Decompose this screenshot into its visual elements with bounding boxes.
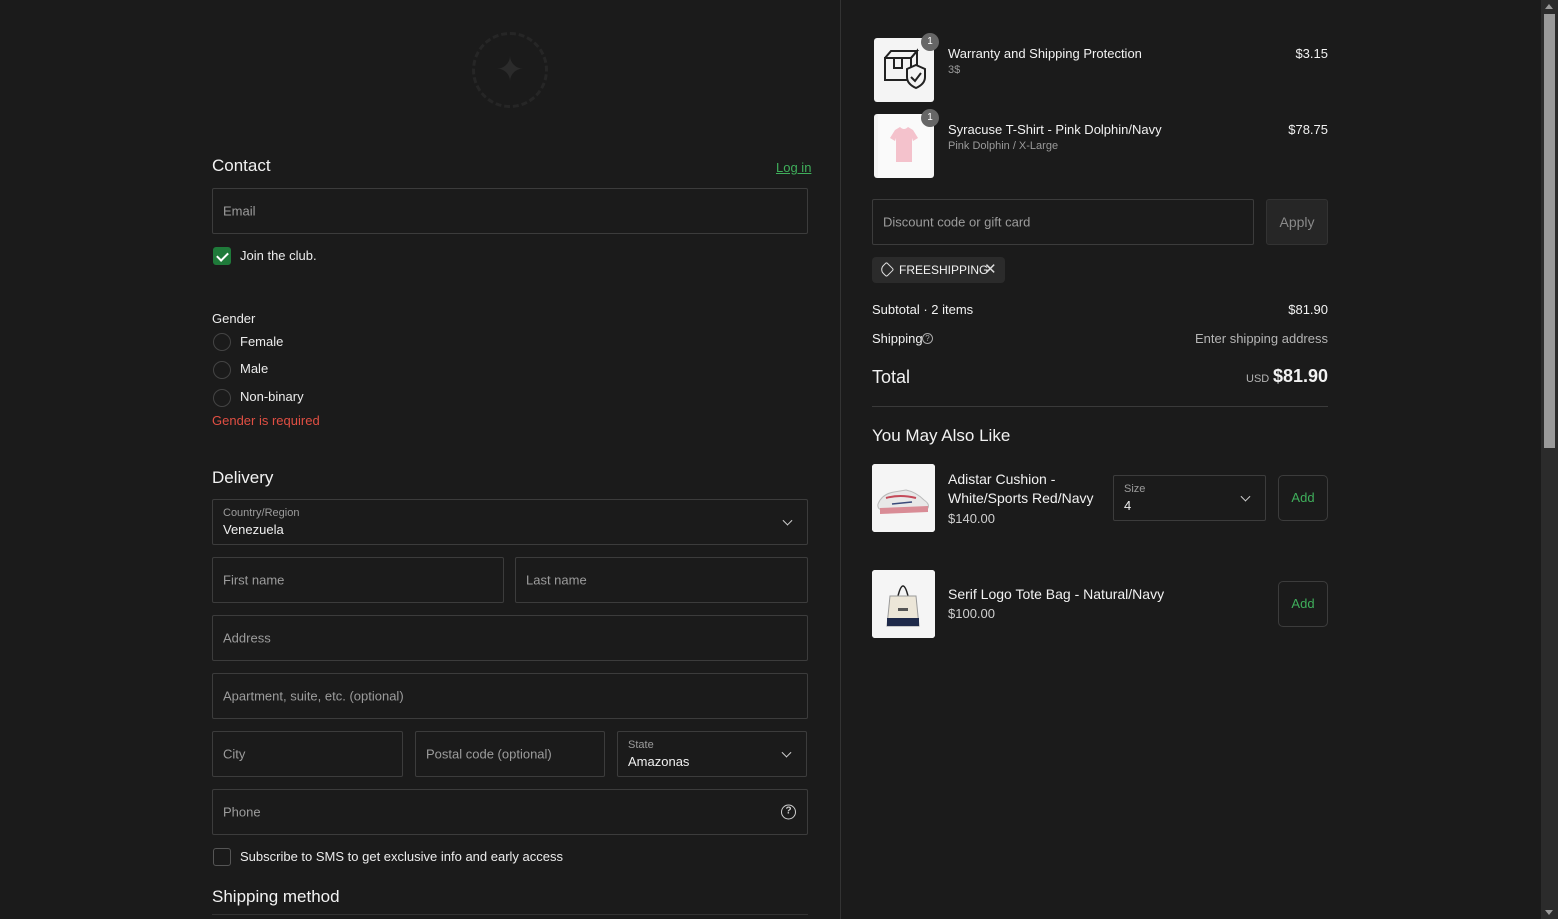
first-name-placeholder: First name <box>223 572 285 588</box>
total-value: $81.90 <box>1272 366 1328 386</box>
recommendation-price: $140.00 <box>948 511 995 526</box>
state-select[interactable]: State Amazonas <box>617 731 807 777</box>
gender-radio-female[interactable] <box>213 333 231 351</box>
apartment-placeholder: Apartment, suite, etc. (optional) <box>223 688 404 704</box>
tag-icon <box>878 261 895 278</box>
delivery-heading: Delivery <box>212 468 274 487</box>
checkout-form-panel <box>0 0 840 919</box>
gender-label: Gender <box>212 311 256 326</box>
join-club-checkbox[interactable] <box>213 247 231 265</box>
tote-bag-image <box>872 570 935 638</box>
size-label: Size <box>1124 483 1146 495</box>
add-shoe-button[interactable]: Add <box>1278 475 1328 521</box>
country-value: Venezuela <box>223 522 284 537</box>
contact-heading: Contact <box>212 156 271 175</box>
gender-option-male: Male <box>240 361 269 376</box>
last-name-placeholder: Last name <box>526 572 587 588</box>
state-value: Amazonas <box>628 754 690 769</box>
order-summary-panel <box>841 0 1541 919</box>
gender-option-female: Female <box>240 334 284 349</box>
remove-discount-icon[interactable]: ✕ <box>984 260 997 278</box>
email-field[interactable]: Email <box>212 188 808 234</box>
last-name-field[interactable]: Last name <box>515 557 808 603</box>
sms-label: Subscribe to SMS to get exclusive info a… <box>240 849 563 864</box>
tote-product-image[interactable] <box>872 570 935 638</box>
recommendation-title: Adistar Cushion - White/Sports Red/Navy <box>948 471 1094 506</box>
postal-code-field[interactable]: Postal code (optional) <box>415 731 605 777</box>
state-label: State <box>628 739 654 751</box>
join-club-label: Join the club. <box>240 248 317 263</box>
cart-item-title: Warranty and Shipping Protection <box>948 46 1142 61</box>
city-field[interactable]: City <box>212 731 403 777</box>
store-logo[interactable]: ✦ <box>472 32 548 108</box>
first-name-field[interactable]: First name <box>212 557 504 603</box>
discount-tag-code: FREESHIPPING <box>899 263 989 277</box>
quantity-badge: 1 <box>921 33 939 51</box>
shipping-label: Shipping <box>872 331 923 346</box>
recommendation-price: $100.00 <box>948 606 995 621</box>
gender-option-nonbinary: Non-binary <box>240 389 304 404</box>
login-link[interactable]: Log in <box>776 160 811 175</box>
shoe-product-image[interactable] <box>872 464 935 532</box>
shipping-method-heading: Shipping method <box>212 887 340 906</box>
cart-item-subtitle: Pink Dolphin / X-Large <box>948 140 1059 152</box>
size-value: 4 <box>1124 498 1132 513</box>
subtotal-label: Subtotal · 2 items <box>872 302 974 317</box>
gender-radio-nonbinary[interactable] <box>213 389 231 407</box>
scrollbar-thumb[interactable] <box>1544 14 1555 448</box>
size-select[interactable]: Size 4 <box>1113 475 1266 521</box>
cart-item-title: Syracuse T-Shirt - Pink Dolphin/Navy <box>948 122 1162 137</box>
quantity-badge: 1 <box>921 109 939 127</box>
country-label: Country/Region <box>223 507 300 519</box>
address-field[interactable]: Address <box>212 615 808 661</box>
help-icon[interactable]: ? <box>922 333 933 344</box>
chevron-down-icon <box>1240 491 1251 502</box>
subtotal-value: $81.90 <box>1288 302 1328 317</box>
email-placeholder: Email <box>223 203 256 219</box>
scroll-up-icon[interactable] <box>1545 4 1553 9</box>
phone-field[interactable]: Phone ? <box>212 789 808 835</box>
add-tote-button[interactable]: Add <box>1278 581 1328 627</box>
shipping-method-divider <box>212 914 808 915</box>
gender-error: Gender is required <box>212 413 320 428</box>
apartment-field[interactable]: Apartment, suite, etc. (optional) <box>212 673 808 719</box>
shoe-image <box>872 464 935 532</box>
summary-divider <box>872 406 1328 407</box>
scroll-down-icon[interactable] <box>1545 910 1553 915</box>
postal-code-placeholder: Postal code (optional) <box>426 746 552 762</box>
chevron-down-icon <box>781 747 792 758</box>
total-label: Total <box>872 367 911 387</box>
phone-placeholder: Phone <box>223 804 261 820</box>
cart-item-price: $78.75 <box>1288 122 1328 137</box>
discount-placeholder: Discount code or gift card <box>883 214 1031 230</box>
shipping-value: Enter shipping address <box>1195 331 1328 346</box>
apply-discount-button[interactable]: Apply <box>1266 199 1328 245</box>
cart-item-price: $3.15 <box>1295 46 1328 61</box>
chevron-down-icon <box>782 515 793 526</box>
recommendation-title: Serif Logo Tote Bag - Natural/Navy <box>948 586 1165 602</box>
gender-radio-male[interactable] <box>213 361 231 379</box>
currency-code: USD <box>1246 373 1270 385</box>
recommendations-heading: You May Also Like <box>872 426 1011 445</box>
cart-item-subtitle: 3$ <box>948 64 961 76</box>
address-placeholder: Address <box>223 630 271 646</box>
discount-code-input[interactable]: Discount code or gift card <box>872 199 1254 245</box>
city-placeholder: City <box>223 746 246 762</box>
page-scrollbar[interactable] <box>1541 0 1558 919</box>
country-select[interactable]: Country/Region Venezuela <box>212 499 808 545</box>
help-icon[interactable]: ? <box>781 804 796 820</box>
discount-tag: FREESHIPPING ✕ <box>872 257 1005 283</box>
sms-checkbox[interactable] <box>213 848 231 866</box>
